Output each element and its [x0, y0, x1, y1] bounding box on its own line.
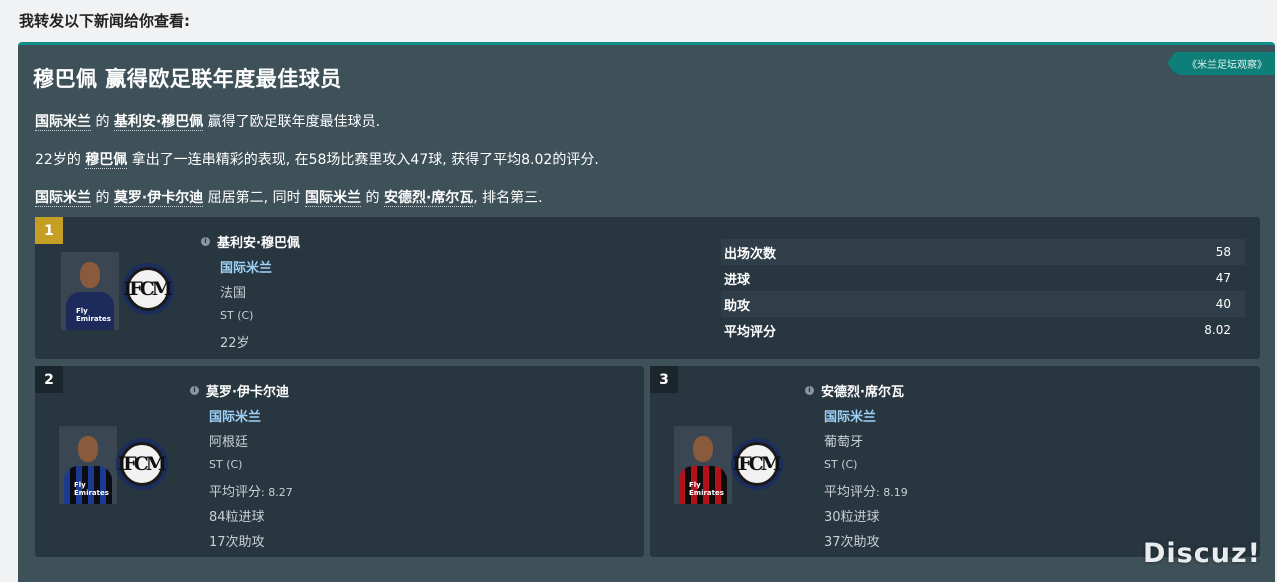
- club-crest-icon[interactable]: IFCM: [122, 263, 174, 315]
- stat-row: 出场次数 58: [721, 239, 1245, 265]
- club-crest-icon[interactable]: IFCM: [116, 438, 168, 490]
- player-rating: 平均评分: 8.27: [209, 481, 293, 500]
- news-paragraph-2: 22岁的 穆巴佩 拿出了一连串精彩的表现, 在58场比赛里攻入47球, 获得了平…: [35, 149, 599, 169]
- player-name-row[interactable]: i 莫罗·伊卡尔迪: [190, 381, 289, 400]
- player-name[interactable]: 莫罗·伊卡尔迪: [206, 381, 289, 400]
- news-paragraph-3: 国际米兰 的 莫罗·伊卡尔迪 屈居第二, 同时 国际米兰 的 安德烈·席尔瓦, …: [35, 187, 543, 207]
- player-position: ST (C): [220, 309, 254, 322]
- rating-value: : 8.27: [261, 486, 293, 499]
- player-age: 22岁: [220, 336, 250, 351]
- rating-label: 平均评分: [824, 485, 877, 500]
- crest-monogram: IFCM: [123, 278, 173, 300]
- crest-monogram: IFCM: [117, 453, 167, 475]
- paragraph-text: 拿出了一连串精彩的表现, 在58场比赛里攻入47球, 获得了平均8.02的评分.: [127, 152, 599, 168]
- player-club[interactable]: 国际米兰: [220, 257, 272, 276]
- paragraph-text: 的: [361, 190, 384, 206]
- player-rating: 平均评分: 8.19: [824, 481, 908, 500]
- stat-value: 47: [1215, 271, 1231, 285]
- player-position: ST (C): [824, 458, 858, 471]
- sponsor-text: Fly Emirates: [74, 481, 109, 497]
- paragraph-text: 屈居第二, 同时: [203, 190, 306, 206]
- player-name[interactable]: 基利安·穆巴佩: [217, 232, 300, 251]
- crest-monogram: IFCM: [732, 453, 782, 475]
- player-club[interactable]: 国际米兰: [824, 406, 876, 425]
- rank-badge: 2: [35, 366, 63, 393]
- info-icon[interactable]: i: [201, 237, 210, 246]
- stat-row: 进球 47: [721, 265, 1245, 291]
- player-goals: 30粒进球: [824, 510, 880, 525]
- stat-label: 平均评分: [724, 324, 777, 340]
- stat-value: 8.02: [1204, 323, 1231, 337]
- stat-label: 助攻: [724, 298, 751, 314]
- player-link[interactable]: 莫罗·伊卡尔迪: [113, 190, 204, 207]
- player-club[interactable]: 国际米兰: [209, 406, 261, 425]
- intro-text: 我转发以下新闻给你查看:: [19, 12, 190, 30]
- info-icon[interactable]: i: [805, 386, 814, 395]
- player-position: ST (C): [209, 458, 243, 471]
- paragraph-text: 22岁的: [35, 152, 86, 168]
- player-name-row[interactable]: i 安德烈·席尔瓦: [805, 381, 904, 400]
- stat-label: 出场次数: [724, 246, 777, 262]
- player-link[interactable]: 基利安·穆巴佩: [113, 114, 204, 131]
- third-place-card: 3 Fly Emirates IFCM i 安德烈·席尔瓦 国际米兰 葡萄牙 S…: [650, 366, 1260, 557]
- club-crest-icon[interactable]: IFCM: [731, 438, 783, 490]
- news-paragraph-1: 国际米兰 的 基利安·穆巴佩 赢得了欧足联年度最佳球员.: [35, 111, 380, 131]
- player-photo[interactable]: Fly Emirates: [674, 426, 732, 504]
- player-nation: 法国: [220, 286, 247, 301]
- discuz-watermark: Discuz!: [1143, 538, 1261, 569]
- paragraph-text: 赢得了欧足联年度最佳球员.: [203, 114, 381, 130]
- runner-up-card: 2 Fly Emirates IFCM i 莫罗·伊卡尔迪 国际米兰 阿根廷 S…: [35, 366, 644, 557]
- source-tag[interactable]: 《米兰足坛观察》: [1167, 52, 1275, 75]
- paragraph-text: 的: [91, 190, 114, 206]
- player-photo[interactable]: Fly Emirates: [59, 426, 117, 504]
- player-name[interactable]: 安德烈·席尔瓦: [821, 381, 904, 400]
- stat-row: 平均评分 8.02: [721, 317, 1245, 343]
- rank-badge: 1: [35, 217, 63, 244]
- sponsor-text: Fly Emirates: [76, 307, 111, 323]
- sponsor-text: Fly Emirates: [689, 481, 724, 497]
- stats-table: 出场次数 58 进球 47 助攻 40 平均评分 8.02: [721, 239, 1245, 343]
- rating-label: 平均评分: [209, 485, 262, 500]
- player-link[interactable]: 安德烈·席尔瓦: [383, 190, 474, 207]
- paragraph-text: 的: [91, 114, 114, 130]
- player-nation: 葡萄牙: [824, 435, 864, 450]
- stat-row: 助攻 40: [721, 291, 1245, 317]
- news-panel: 《米兰足坛观察》 穆巴佩 赢得欧足联年度最佳球员 国际米兰 的 基利安·穆巴佩 …: [18, 42, 1275, 582]
- winner-card: 1 Fly Emirates IFCM i 基利安·穆巴佩 国际米兰 法国 ST…: [35, 217, 1260, 359]
- player-assists: 37次助攻: [824, 535, 880, 550]
- info-icon[interactable]: i: [190, 386, 199, 395]
- player-photo[interactable]: Fly Emirates: [61, 252, 119, 330]
- rating-value: : 8.19: [876, 486, 908, 499]
- stat-label: 进球: [724, 272, 751, 288]
- news-headline: 穆巴佩 赢得欧足联年度最佳球员: [33, 67, 342, 91]
- rank-badge: 3: [650, 366, 678, 393]
- club-link[interactable]: 国际米兰: [35, 114, 91, 131]
- club-link[interactable]: 国际米兰: [35, 190, 91, 207]
- paragraph-text: , 排名第三.: [473, 190, 543, 206]
- player-assists: 17次助攻: [209, 535, 265, 550]
- player-name-row[interactable]: i 基利安·穆巴佩: [201, 232, 300, 251]
- stat-value: 58: [1215, 245, 1231, 259]
- stat-value: 40: [1215, 297, 1231, 311]
- player-nation: 阿根廷: [209, 435, 249, 450]
- player-link[interactable]: 穆巴佩: [85, 152, 128, 169]
- club-link[interactable]: 国际米兰: [305, 190, 362, 207]
- player-goals: 84粒进球: [209, 510, 265, 525]
